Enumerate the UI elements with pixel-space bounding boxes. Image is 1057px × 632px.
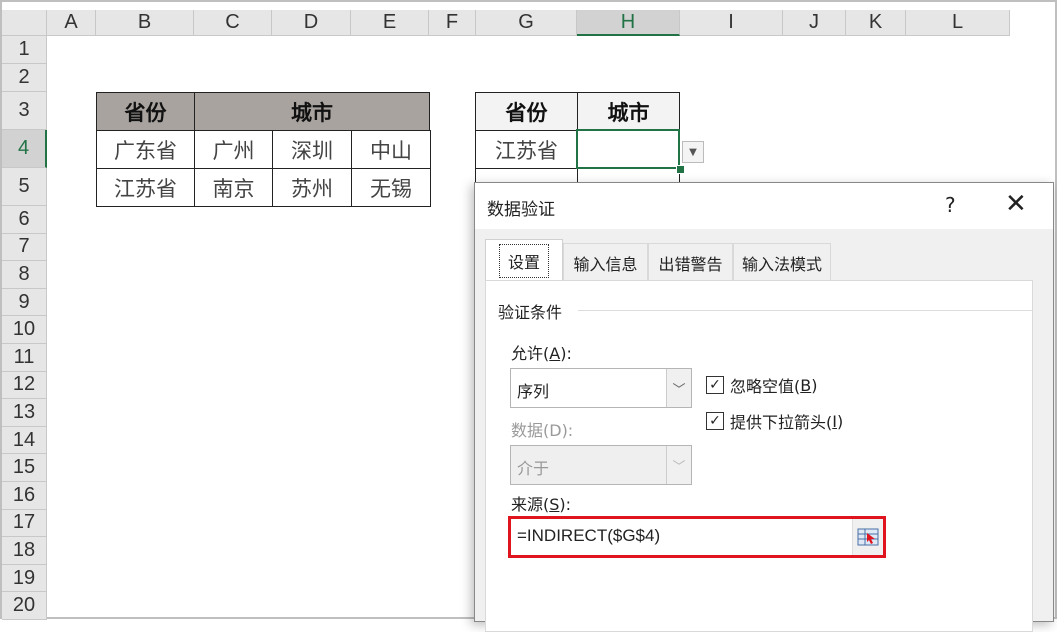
column-header-j[interactable]: J — [783, 10, 846, 36]
row-header-15[interactable]: 15 — [2, 454, 47, 482]
row-header-9[interactable]: 9 — [2, 288, 47, 317]
dialog-titlebar: 数据验证 ? ✕ — [475, 183, 1053, 229]
caret-down-icon: ▼ — [689, 146, 697, 158]
row-header-17[interactable]: 17 — [2, 509, 47, 538]
select-all-corner[interactable] — [2, 10, 47, 36]
tab-error-alert[interactable]: 出错警告 — [648, 243, 733, 281]
dialog-title: 数据验证 — [487, 200, 555, 220]
tab-label: 输入法模式 — [741, 254, 822, 274]
column-header-f[interactable]: F — [429, 10, 476, 36]
cell-dropdown-button[interactable]: ▼ — [682, 141, 704, 163]
row-header-14[interactable]: 14 — [2, 426, 47, 455]
show-dropdown-checkbox[interactable]: ✓ 提供下拉箭头(I) — [706, 409, 843, 433]
row-header-2[interactable]: 2 — [2, 64, 47, 92]
table1-header-province[interactable]: 省份 — [96, 92, 195, 131]
row-header-1[interactable]: 1 — [2, 36, 47, 64]
row-header-10[interactable]: 10 — [2, 316, 47, 344]
row-header-16[interactable]: 16 — [2, 482, 47, 510]
group-divider — [578, 310, 1032, 311]
allow-select-value: 序列 — [517, 382, 550, 401]
source-field-highlight — [508, 516, 886, 558]
tab-ime-mode[interactable]: 输入法模式 — [733, 243, 831, 281]
row-header-20[interactable]: 20 — [2, 592, 47, 620]
row-header-19[interactable]: 19 — [2, 564, 47, 593]
fill-handle[interactable] — [676, 165, 685, 174]
table1-city-cell[interactable]: 广州 — [194, 130, 273, 169]
close-button[interactable]: ✕ — [1005, 189, 1027, 219]
table1-province-cell[interactable]: 江苏省 — [96, 168, 195, 207]
column-header-b[interactable]: B — [96, 10, 194, 36]
table2-header-city[interactable]: 城市 — [577, 92, 680, 131]
column-header-k[interactable]: K — [846, 10, 906, 36]
chevron-down-icon: ﹀ — [666, 446, 691, 484]
data-validation-dialog: 数据验证 ? ✕ 设置 输入信息 出错警告 输入法模式 验证条件 允许(A): … — [474, 182, 1054, 632]
settings-panel: 验证条件 允许(A): 序列 ﹀ 数据(D): 介于 ﹀ ✓ 忽略空值(B) ✓… — [485, 280, 1033, 632]
source-label: 来源(S): — [511, 495, 572, 514]
tab-label: 设置 — [498, 244, 549, 278]
column-header-i[interactable]: I — [680, 10, 783, 36]
row-header-6[interactable]: 6 — [2, 206, 47, 234]
allow-label: 允许(A): — [511, 344, 572, 363]
data-label: 数据(D): — [511, 421, 574, 440]
tab-label: 出错警告 — [658, 254, 723, 274]
checkbox-checked-icon: ✓ — [706, 412, 724, 430]
table1-city-cell[interactable]: 中山 — [351, 130, 431, 169]
column-header-g[interactable]: G — [476, 10, 577, 36]
table1-city-cell[interactable]: 无锡 — [351, 168, 431, 207]
source-input[interactable] — [515, 525, 849, 547]
table1-header-city[interactable]: 城市 — [194, 92, 430, 131]
table2-province-cell[interactable]: 江苏省 — [475, 130, 578, 169]
row-header-3[interactable]: 3 — [2, 92, 47, 130]
data-select: 介于 ﹀ — [510, 445, 692, 485]
row-header-12[interactable]: 12 — [2, 371, 47, 400]
tab-settings[interactable]: 设置 — [485, 239, 563, 282]
chevron-down-icon[interactable]: ﹀ — [666, 369, 691, 407]
allow-select[interactable]: 序列 ﹀ — [510, 368, 692, 408]
checkbox-checked-icon: ✓ — [706, 376, 724, 394]
row-header-13[interactable]: 13 — [2, 399, 47, 427]
row-header-8[interactable]: 8 — [2, 261, 47, 289]
table1-city-cell[interactable]: 南京 — [194, 168, 273, 207]
table1-province-cell[interactable]: 广东省 — [96, 130, 195, 169]
range-select-button[interactable] — [852, 519, 883, 555]
row-header-11[interactable]: 11 — [2, 344, 47, 372]
row-header-18[interactable]: 18 — [2, 537, 47, 565]
table2-header-province[interactable]: 省份 — [475, 92, 578, 131]
tab-input-message[interactable]: 输入信息 — [563, 243, 648, 281]
row-header-5[interactable]: 5 — [2, 168, 47, 206]
data-select-value: 介于 — [517, 459, 550, 478]
table1-city-cell[interactable]: 深圳 — [272, 130, 352, 169]
column-header-d[interactable]: D — [272, 10, 351, 36]
table1-city-cell[interactable]: 苏州 — [272, 168, 352, 207]
column-header-l[interactable]: L — [906, 10, 1010, 36]
row-header-4[interactable]: 4 — [2, 130, 47, 168]
active-cell-outline — [576, 129, 680, 169]
column-header-c[interactable]: C — [194, 10, 272, 36]
help-button[interactable]: ? — [945, 193, 956, 217]
range-select-icon — [857, 528, 879, 546]
group-title: 验证条件 — [498, 303, 563, 322]
ignore-blank-checkbox[interactable]: ✓ 忽略空值(B) — [706, 373, 817, 397]
column-header-h[interactable]: H — [577, 10, 680, 36]
row-header-7[interactable]: 7 — [2, 233, 47, 262]
column-header-e[interactable]: E — [351, 10, 429, 36]
tab-label: 输入信息 — [573, 254, 638, 274]
column-header-a[interactable]: A — [47, 10, 96, 36]
